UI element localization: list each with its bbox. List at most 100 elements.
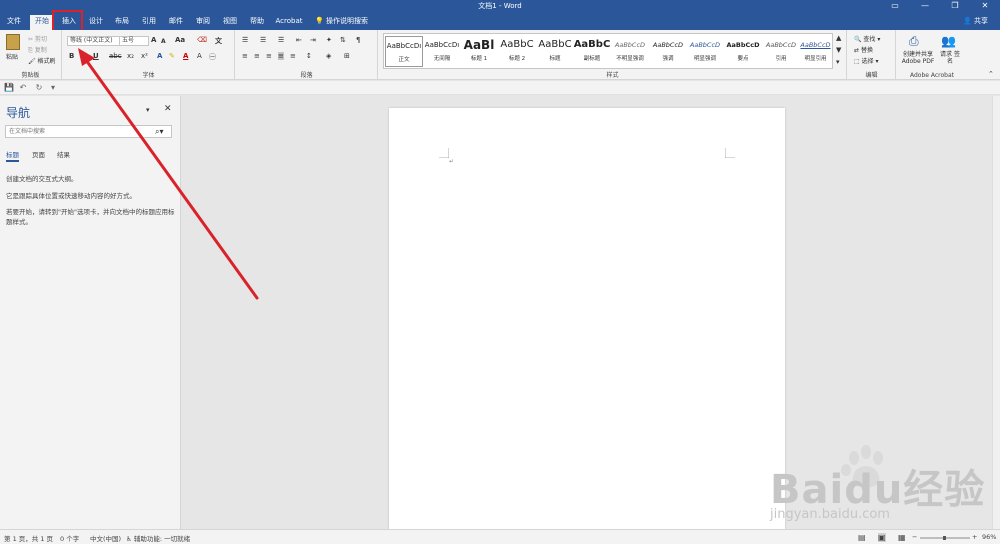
zoom-out-icon[interactable]: − [912, 533, 917, 541]
share-button[interactable]: 👤 共享 [963, 15, 988, 28]
web-layout-icon[interactable]: ▦ [898, 533, 906, 542]
style-subtle-emphasis[interactable]: AaBbCcD 不明显强调 [611, 36, 649, 67]
undo-icon[interactable]: ↶ [18, 83, 28, 93]
style-title[interactable]: AaBbC 标题 [536, 36, 574, 67]
zoom-level[interactable]: 96% [982, 533, 996, 541]
nav-close-icon[interactable]: ✕ [164, 104, 172, 114]
highlight-color-icon[interactable]: ✎ [169, 52, 175, 60]
style-heading-2[interactable]: AaBbC 标题 2 [498, 36, 536, 67]
ribbon-display-icon[interactable]: ▭ [880, 0, 910, 12]
tab-file[interactable]: 文件 [3, 15, 25, 30]
style-no-spacing[interactable]: AaBbCcDı 无间隔 [423, 36, 461, 67]
style-emphasis[interactable]: AaBbCcD 强调 [649, 36, 687, 67]
distribute-icon[interactable]: ≡ [290, 52, 296, 60]
italic-button[interactable]: I [81, 52, 84, 60]
font-size-dropdown[interactable]: 五号 [119, 36, 149, 46]
text-effects-icon[interactable]: A [157, 52, 162, 60]
subscript-button[interactable]: x₂ [127, 52, 134, 60]
document-page[interactable]: ↵ [389, 108, 785, 529]
paste-icon[interactable] [6, 34, 20, 50]
font-color-button[interactable]: A [183, 52, 188, 60]
justify-icon[interactable]: ≡ [278, 52, 284, 60]
accessibility-status[interactable]: ♿ 辅助功能: 一切就绪 [126, 533, 190, 543]
pdf-create-icon[interactable]: ⎙ [909, 34, 919, 49]
char-shading-icon[interactable]: A [197, 52, 202, 60]
shading-icon[interactable]: ◈ [326, 52, 331, 60]
enclose-char-icon[interactable]: ㊀ [209, 52, 216, 62]
strikethrough-button[interactable]: abc [109, 52, 122, 60]
increase-indent-icon[interactable]: ⇥ [310, 36, 316, 44]
nav-tab-pages[interactable]: 页面 [32, 149, 45, 159]
read-mode-icon[interactable]: ▤ [858, 533, 866, 542]
phonetic-icon[interactable]: 文 [215, 36, 222, 46]
collapse-ribbon-icon[interactable]: ⌃ [988, 70, 994, 78]
minimize-button[interactable]: — [910, 0, 940, 12]
numbering-icon[interactable]: ☰ [260, 36, 266, 44]
cut-button[interactable]: ✂ 剪切 [28, 34, 47, 43]
font-name-dropdown[interactable]: 等线 (中文正文) [67, 36, 121, 46]
tab-review[interactable]: 审阅 [191, 15, 215, 30]
bullets-icon[interactable]: ☰ [242, 36, 248, 44]
copy-button[interactable]: ⎘ 复制 [28, 45, 47, 55]
search-icon[interactable]: ⌕▾ [155, 127, 164, 137]
align-center-icon[interactable]: ≡ [254, 52, 260, 60]
customize-qat-icon[interactable]: ▾ [48, 83, 58, 93]
page-count[interactable]: 第 1 页，共 1 页 [4, 533, 53, 543]
tab-layout[interactable]: 布局 [110, 15, 134, 30]
paste-button[interactable]: 粘贴 [6, 52, 18, 61]
tab-acrobat[interactable]: Acrobat [272, 15, 306, 30]
find-button[interactable]: 🔍 查找 ▾ [854, 34, 880, 43]
request-signature-icon[interactable]: 👥 [941, 34, 956, 48]
close-button[interactable]: ✕ [970, 0, 1000, 12]
style-heading-1[interactable]: AaBl 标题 1 [460, 36, 498, 67]
styles-scroll-up-icon[interactable]: ▲ [836, 34, 841, 42]
change-case-button[interactable]: Aa [175, 36, 185, 44]
borders-icon[interactable]: ⊞ [344, 52, 350, 60]
print-layout-icon[interactable]: ▣ [878, 533, 886, 542]
styles-scroll-down-icon[interactable]: ▼ [836, 46, 841, 54]
style-normal[interactable]: AaBbCcDı 正文 [385, 36, 423, 67]
style-strong[interactable]: AaBbCcD 要点 [724, 36, 762, 67]
nav-tab-results[interactable]: 结果 [57, 149, 70, 159]
save-icon[interactable]: 💾 [4, 83, 14, 93]
tab-home[interactable]: 开始 [30, 15, 54, 30]
nav-options-icon[interactable]: ▾ [146, 106, 150, 114]
align-left-icon[interactable]: ≡ [242, 52, 248, 60]
chinese-layout-icon[interactable]: ✦ [326, 36, 332, 44]
format-painter-button[interactable]: 🖌 格式刷 [28, 56, 56, 65]
tab-view[interactable]: 视图 [218, 15, 242, 30]
styles-more-icon[interactable]: ▾ [836, 58, 840, 66]
restore-button[interactable]: ❐ [940, 0, 970, 12]
tab-design[interactable]: 设计 [84, 15, 108, 30]
vertical-scrollbar[interactable] [992, 96, 1000, 529]
style-quote[interactable]: AaBbCcD 引用 [762, 36, 800, 67]
tell-me-search[interactable]: 💡 操作说明搜索 [315, 15, 368, 28]
sort-icon[interactable]: ⇅ [340, 36, 346, 44]
zoom-in-icon[interactable]: + [972, 533, 977, 541]
tab-mailings[interactable]: 邮件 [164, 15, 188, 30]
show-marks-icon[interactable]: ¶ [356, 36, 360, 44]
nav-tab-headings[interactable]: 标题 [6, 149, 19, 162]
underline-button[interactable]: U [93, 52, 99, 60]
request-signature-button[interactable]: 请求 签名 [939, 51, 961, 65]
create-share-pdf-button[interactable]: 创建并共享 Adobe PDF [899, 51, 937, 65]
replace-button[interactable]: ⇄ 替换 [854, 45, 873, 54]
style-intense-emphasis[interactable]: AaBbCcD 明显强调 [686, 36, 724, 67]
bold-button[interactable]: B [69, 52, 74, 60]
style-subtitle[interactable]: AaBbC 副标题 [573, 36, 611, 67]
clear-format-icon[interactable]: ⌫ [197, 36, 207, 44]
shrink-font-button[interactable]: A [161, 38, 166, 45]
tab-help[interactable]: 帮助 [245, 15, 269, 30]
word-count[interactable]: 0 个字 [60, 533, 79, 543]
redo-icon[interactable]: ↻ [34, 83, 44, 93]
nav-search-input[interactable]: 在文档中搜索 [5, 125, 172, 138]
select-button[interactable]: ⬚ 选择 ▾ [854, 56, 879, 65]
align-right-icon[interactable]: ≡ [266, 52, 272, 60]
multilevel-list-icon[interactable]: ☰ [278, 36, 284, 44]
superscript-button[interactable]: x² [141, 52, 148, 60]
grow-font-button[interactable]: A [151, 36, 156, 44]
zoom-slider[interactable] [920, 536, 970, 540]
decrease-indent-icon[interactable]: ⇤ [296, 36, 302, 44]
line-spacing-icon[interactable]: ↕ [306, 52, 312, 60]
style-intense-quote[interactable]: AaBbCcD 明显引用 [799, 36, 832, 67]
